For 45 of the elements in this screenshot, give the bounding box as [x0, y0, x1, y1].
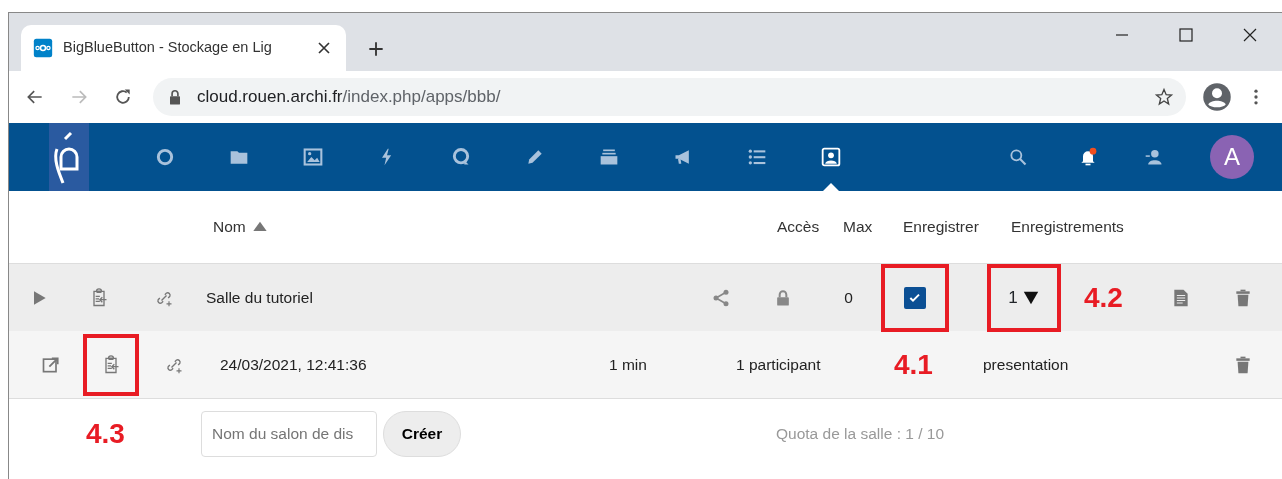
contact-card-icon[interactable] — [821, 147, 841, 167]
participant-count: 1 participant — [736, 354, 821, 375]
pencil-icon[interactable] — [525, 147, 545, 167]
delete-icon[interactable] — [1233, 354, 1253, 375]
room-quota: Quota de la salle : 1 / 10 — [776, 424, 945, 445]
url-path: /index.php/apps/bbb/ — [342, 87, 501, 107]
column-header[interactable]: Accès — [777, 215, 820, 239]
browser-tab[interactable]: BigBlueButton - Stockage en Lig — [21, 25, 346, 71]
column-header[interactable]: Max — [843, 215, 873, 239]
recording-type: presentation — [983, 354, 1069, 375]
recording-date: 24/03/2021, 12:41:36 — [220, 354, 367, 375]
room-name-field[interactable]: Nom du salon de dis — [201, 411, 377, 457]
record-checkbox[interactable] — [904, 286, 926, 309]
search-icon[interactable] — [1008, 147, 1028, 167]
column-header[interactable]: Nom — [213, 215, 246, 239]
bookmark-star-icon[interactable] — [1154, 87, 1174, 107]
external-link-icon[interactable] — [41, 354, 61, 375]
new-tab-icon[interactable] — [366, 39, 386, 59]
url-host: cloud.rouen.archi.fr — [197, 87, 343, 107]
annotation-label: 4.1 — [894, 350, 933, 379]
list-icon[interactable] — [747, 147, 767, 167]
image-icon[interactable] — [303, 147, 323, 167]
annotation-label: 4.3 — [86, 420, 125, 448]
delete-icon[interactable] — [1233, 287, 1253, 308]
address-bar[interactable]: cloud.rouen.archi.fr/index.php/apps/bbb/ — [153, 78, 1186, 116]
profile-icon[interactable] — [1202, 82, 1232, 112]
reload-icon[interactable] — [113, 87, 133, 107]
selection-pointer — [823, 183, 839, 191]
create-button[interactable]: Créer — [383, 411, 461, 457]
share-icon[interactable] — [711, 287, 731, 308]
tab-title: BigBlueButton - Stockage en Lig — [63, 38, 273, 58]
circle-icon[interactable] — [155, 147, 175, 167]
stack-icon[interactable] — [599, 147, 619, 167]
annotation-label: 4.2 — [1084, 283, 1123, 312]
cloud-logo-icon — [33, 38, 53, 58]
contacts-icon[interactable] — [1144, 147, 1164, 167]
max-value: 0 — [844, 287, 853, 308]
column-header[interactable]: Enregistrements — [1011, 215, 1124, 239]
document-icon[interactable] — [1171, 287, 1191, 308]
avatar[interactable]: A — [1210, 135, 1254, 179]
recording-duration: 1 min — [609, 354, 647, 375]
column-header[interactable]: Enregistrer — [903, 215, 979, 239]
room-name[interactable]: Salle du tutoriel — [206, 285, 313, 310]
recordings-toggle[interactable]: 1 — [1008, 284, 1040, 311]
chat-bubble-icon[interactable] — [451, 147, 471, 167]
